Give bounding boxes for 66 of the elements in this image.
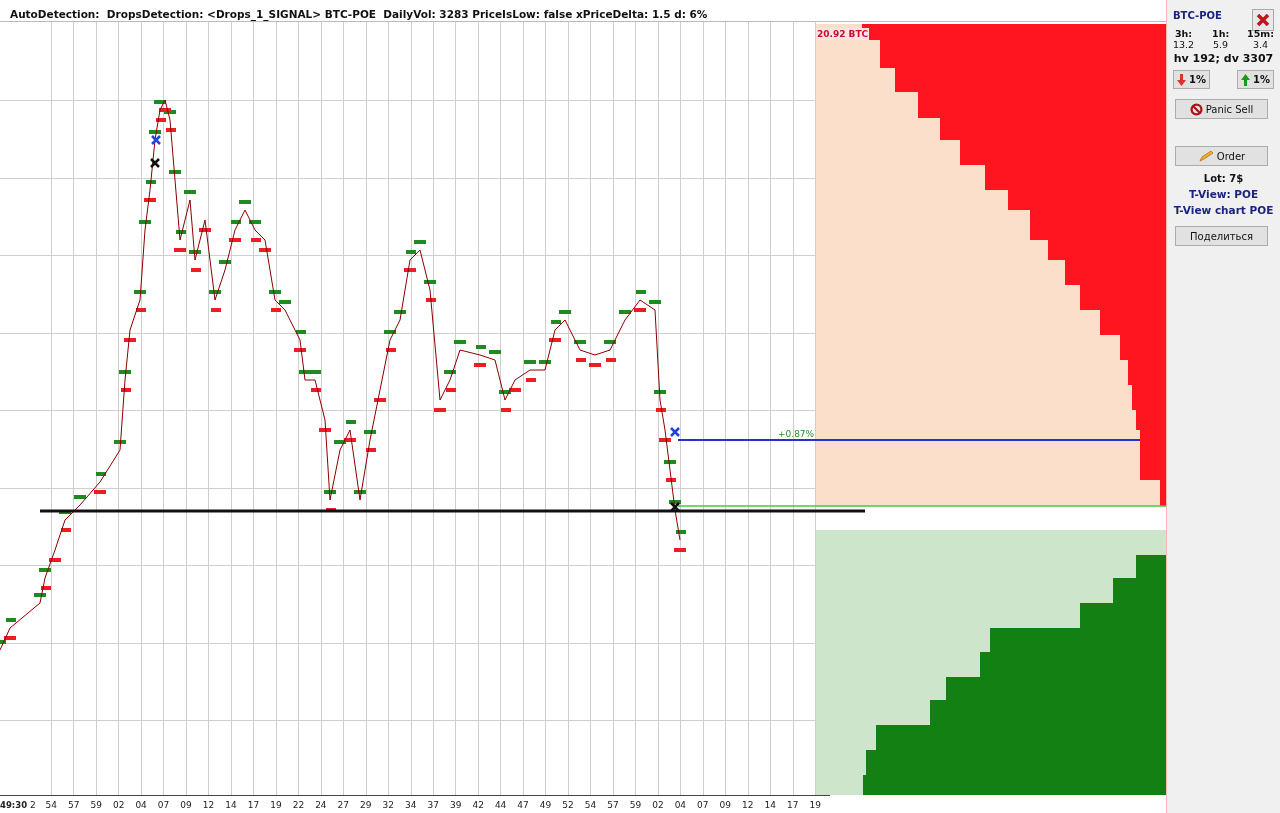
- time-label: 42: [471, 799, 485, 810]
- period-label: 15m:: [1247, 28, 1274, 39]
- time-label: 02: [651, 799, 665, 810]
- time-label: 59: [628, 799, 643, 810]
- pair-title: BTC-POE: [1173, 10, 1222, 21]
- time-label: 57: [66, 799, 81, 810]
- time-label: 24: [314, 799, 328, 810]
- time-label: 32: [381, 799, 395, 810]
- time-label: 27: [336, 799, 351, 810]
- sell-marker-icon: [669, 501, 681, 513]
- time-label: 17: [246, 799, 261, 810]
- lot-size: Lot: 7$: [1202, 173, 1245, 184]
- period-label: 1h:: [1212, 28, 1230, 39]
- order-button[interactable]: Order: [1175, 146, 1268, 166]
- time-label: 34: [404, 799, 418, 810]
- time-label: 47: [516, 799, 530, 810]
- close-icon: [1256, 13, 1270, 27]
- time-label: 37: [426, 799, 440, 810]
- sell-marker-icon: [149, 157, 161, 169]
- lower-button[interactable]: 1%: [1173, 70, 1210, 89]
- time-label: 09: [179, 799, 193, 810]
- time-label: 09: [718, 799, 732, 810]
- raise-button[interactable]: 1%: [1237, 70, 1274, 89]
- time-label: 04: [134, 799, 148, 810]
- time-label: 12: [741, 799, 755, 810]
- up-arrow-icon: [1241, 73, 1250, 86]
- time-label: 2: [30, 799, 37, 810]
- pencil-icon: [1197, 150, 1214, 162]
- time-label: 17: [785, 799, 800, 810]
- time-label: 04: [673, 799, 688, 810]
- time-label: 02: [111, 799, 126, 810]
- chart-link[interactable]: T-View: POE: [1173, 188, 1274, 200]
- volume-summary: hv 192; dv 3307: [1173, 52, 1274, 65]
- period-value: 5.9: [1213, 39, 1229, 50]
- down-arrow-icon: [1177, 73, 1186, 86]
- time-label: 19: [269, 799, 283, 810]
- time-label: 14: [224, 799, 238, 810]
- time-label: 14: [763, 799, 777, 810]
- time-label: 39: [448, 799, 463, 810]
- time-label: 49: [538, 799, 553, 810]
- close-button[interactable]: [1252, 9, 1274, 31]
- time-label: 22: [291, 799, 306, 810]
- time-label: 49:30: [0, 799, 29, 810]
- chart-link[interactable]: T-View chart POE: [1173, 204, 1274, 216]
- buy-marker-icon: [669, 426, 681, 438]
- window-title: AutoDetection: DropsDetection: <Drops_1_SIGNAL> BTC-POE DailyVol: 3283 PriceIsLow: false xPriceDelta: 1.5 d: 6%: [10, 8, 708, 20]
- time-label: 12: [201, 799, 216, 810]
- period-value: 3.4: [1252, 39, 1269, 50]
- period-label: 3h:: [1175, 28, 1193, 39]
- share-button[interactable]: Поделиться: [1175, 226, 1268, 246]
- buy-marker-icon: [150, 134, 162, 146]
- time-label: 59: [89, 799, 103, 810]
- time-label: 19: [808, 799, 822, 810]
- time-label: 57: [606, 799, 620, 810]
- time-label: 52: [561, 799, 575, 810]
- volume-label: 20.92 BTC: [816, 28, 870, 40]
- period-value: 13.2: [1173, 39, 1195, 50]
- time-label: 44: [493, 799, 508, 810]
- time-label: 29: [359, 799, 373, 810]
- panic-sell-button[interactable]: Panic Sell: [1175, 99, 1268, 119]
- change-label: +0.87%: [778, 429, 815, 440]
- time-label: 07: [696, 799, 710, 810]
- prohibited-icon: [1189, 102, 1203, 116]
- time-label: 54: [583, 799, 598, 810]
- time-label: 54: [44, 799, 58, 810]
- time-label: 07: [156, 799, 171, 810]
